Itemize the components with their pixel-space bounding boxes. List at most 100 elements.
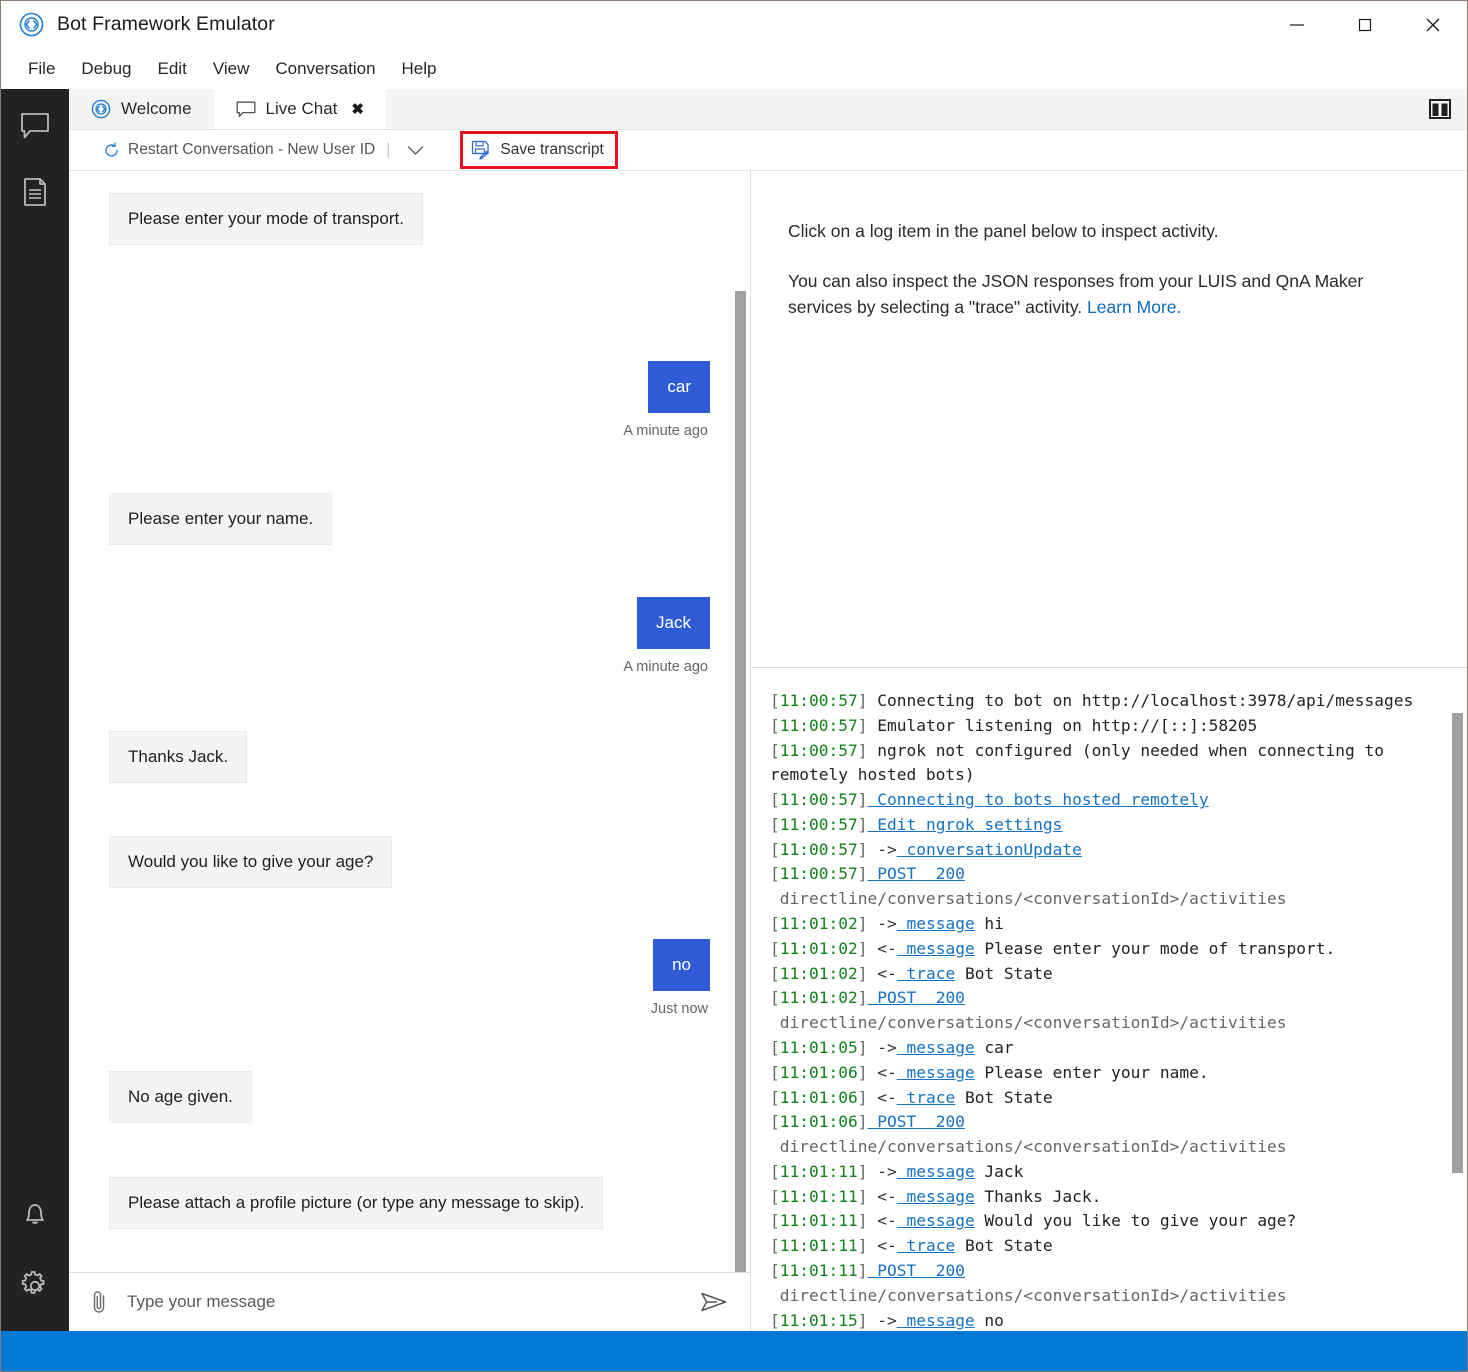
bot-message-bubble[interactable]: Please enter your name.: [109, 493, 333, 546]
sidebar-item-chat[interactable]: [12, 103, 58, 149]
learn-more-link[interactable]: Learn More.: [1087, 297, 1181, 317]
maximize-button[interactable]: [1331, 1, 1399, 48]
menu-item-conversation[interactable]: Conversation: [262, 55, 388, 83]
log-entry[interactable]: [11:01:06] POST 200: [770, 1110, 1437, 1135]
log-entry-link[interactable]: message: [897, 1162, 974, 1181]
log-entries-list[interactable]: [11:00:57] Connecting to bot on http://l…: [752, 669, 1467, 1331]
restart-options-dropdown[interactable]: [399, 145, 432, 156]
log-entry[interactable]: [11:01:02] POST 200: [770, 986, 1437, 1011]
log-entry-status-link[interactable]: 200: [916, 988, 965, 1007]
log-entry-text: Jack: [974, 1161, 1024, 1181]
log-entry-link[interactable]: message: [897, 1211, 974, 1230]
menu-item-view[interactable]: View: [200, 55, 263, 83]
log-entry-direction-arrow: <-: [867, 1186, 897, 1206]
log-entry-link[interactable]: message: [897, 914, 974, 933]
log-entry[interactable]: [11:00:57] Emulator listening on http://…: [770, 714, 1437, 739]
user-message-bubble[interactable]: no: [653, 939, 710, 992]
log-entry[interactable]: [11:01:06] <- message Please enter your …: [770, 1061, 1437, 1086]
chat-scroll-area[interactable]: Please enter your mode of transport. car A…: [69, 171, 750, 1272]
log-entry-bracket: [: [770, 740, 780, 760]
log-entry-link[interactable]: message: [897, 1187, 974, 1206]
log-entry-time: 11:01:11: [779, 1260, 858, 1280]
menu-item-help[interactable]: Help: [389, 55, 450, 83]
log-entry-link[interactable]: message: [897, 1311, 974, 1330]
chat-scrollbar-thumb[interactable]: [735, 291, 746, 1272]
menu-item-debug[interactable]: Debug: [68, 55, 144, 83]
log-entry[interactable]: [11:01:02] -> message hi: [770, 912, 1437, 937]
log-entry-link[interactable]: POST: [867, 1112, 916, 1131]
log-entry-bracket: [: [770, 988, 780, 1008]
log-entry-time: 11:01:11: [779, 1236, 858, 1256]
log-entry-link[interactable]: message: [897, 1038, 974, 1057]
log-entry-link[interactable]: Connecting to bots hosted remotely: [867, 790, 1208, 809]
log-entry-bracket: [: [770, 691, 780, 710]
log-entry-text: Connecting to bot on http://localhost:39…: [867, 691, 1414, 710]
panel-layout-toggle[interactable]: [1429, 89, 1467, 129]
attach-file-button[interactable]: [89, 1289, 109, 1315]
log-entry-status-link[interactable]: 200: [916, 864, 965, 883]
bot-message-bubble[interactable]: Would you like to give your age?: [109, 836, 393, 889]
log-scrollbar-thumb[interactable]: [1452, 713, 1463, 1173]
log-entry[interactable]: [11:01:15] -> message no: [770, 1309, 1437, 1331]
log-entry-bracket: [: [770, 839, 780, 859]
log-entry-link[interactable]: Edit ngrok settings: [867, 815, 1062, 834]
log-entry-bracket: ]: [857, 1112, 868, 1132]
chat-messages-list: Please enter your mode of transport. car A…: [69, 171, 750, 1230]
tab-welcome[interactable]: Welcome: [69, 89, 214, 129]
user-message-bubble[interactable]: car: [648, 361, 710, 414]
tab-live-chat[interactable]: Live Chat ✖: [213, 89, 386, 129]
log-entry[interactable]: [11:01:11] -> message Jack: [770, 1160, 1437, 1185]
log-entry[interactable]: [11:00:57] Edit ngrok settings: [770, 813, 1437, 838]
log-entry[interactable]: [11:00:57] Connecting to bots hosted rem…: [770, 788, 1437, 813]
log-entry-link[interactable]: POST: [867, 988, 916, 1007]
log-entry-link[interactable]: conversationUpdate: [897, 840, 1081, 859]
minimize-button[interactable]: [1263, 1, 1331, 48]
log-entry[interactable]: [11:01:11] <- message Thanks Jack.: [770, 1185, 1437, 1210]
log-entry-time: 11:01:06: [779, 1087, 858, 1107]
log-entry[interactable]: [11:00:57] Connecting to bot on http://l…: [770, 689, 1437, 714]
sidebar-item-resources[interactable]: [12, 169, 58, 215]
log-entry[interactable]: [11:01:02] <- trace Bot State: [770, 962, 1437, 987]
log-entry-time: 11:01:06: [779, 1062, 858, 1082]
log-entry-link[interactable]: POST: [867, 1261, 916, 1280]
left-sidebar-rail: [1, 89, 69, 1331]
restart-conversation-button[interactable]: Restart Conversation - New User ID: [101, 137, 377, 163]
user-message-bubble[interactable]: Jack: [637, 597, 710, 650]
log-entry[interactable]: [11:01:06] <- trace Bot State: [770, 1086, 1437, 1111]
log-entry-link[interactable]: trace: [897, 964, 955, 983]
log-entry[interactable]: [11:01:11] <- trace Bot State: [770, 1234, 1437, 1259]
log-entry-link[interactable]: message: [897, 939, 974, 958]
bot-message-bubble[interactable]: Please enter your mode of transport.: [109, 193, 423, 246]
log-entry-bracket: [: [770, 1310, 780, 1330]
log-entry-status-link[interactable]: 200: [916, 1261, 965, 1280]
tab-live-chat-label: Live Chat: [265, 99, 338, 118]
message-input[interactable]: [127, 1292, 682, 1312]
log-entry-time: 11:00:57: [779, 839, 858, 859]
log-entry[interactable]: [11:00:57] ngrok not configured (only ne…: [770, 739, 1437, 789]
log-entry[interactable]: [11:01:02] <- message Please enter your …: [770, 937, 1437, 962]
log-entry-link[interactable]: message: [897, 1063, 974, 1082]
bot-message-bubble[interactable]: Please attach a profile picture (or type…: [109, 1177, 604, 1230]
close-button[interactable]: [1399, 1, 1467, 48]
log-entry-link[interactable]: POST: [867, 864, 916, 883]
log-entry-link[interactable]: trace: [897, 1088, 955, 1107]
bot-message-bubble[interactable]: Thanks Jack.: [109, 731, 248, 784]
log-entry-link[interactable]: trace: [897, 1236, 955, 1255]
menu-item-edit[interactable]: Edit: [145, 55, 200, 83]
log-entry[interactable]: [11:00:57] -> conversationUpdate: [770, 838, 1437, 863]
tab-close-icon[interactable]: ✖: [351, 100, 364, 118]
bot-message-bubble[interactable]: No age given.: [109, 1071, 252, 1124]
log-entry[interactable]: [11:01:11] POST 200: [770, 1259, 1437, 1284]
sidebar-item-settings[interactable]: [12, 1263, 58, 1309]
log-entry[interactable]: [11:01:11] <- message Would you like to …: [770, 1209, 1437, 1234]
menu-item-file[interactable]: File: [15, 55, 68, 83]
log-entry-time: 11:00:57: [779, 790, 858, 810]
log-entry[interactable]: [11:01:05] -> message car: [770, 1036, 1437, 1061]
save-transcript-button[interactable]: Save transcript: [460, 131, 618, 169]
sidebar-item-notifications[interactable]: [12, 1191, 58, 1237]
log-entry[interactable]: [11:00:57] POST 200: [770, 862, 1437, 887]
bot-framework-logo-icon: [91, 99, 111, 119]
send-message-button[interactable]: [700, 1290, 728, 1314]
log-entry-bracket: [: [770, 1161, 780, 1181]
log-entry-status-link[interactable]: 200: [916, 1112, 965, 1131]
